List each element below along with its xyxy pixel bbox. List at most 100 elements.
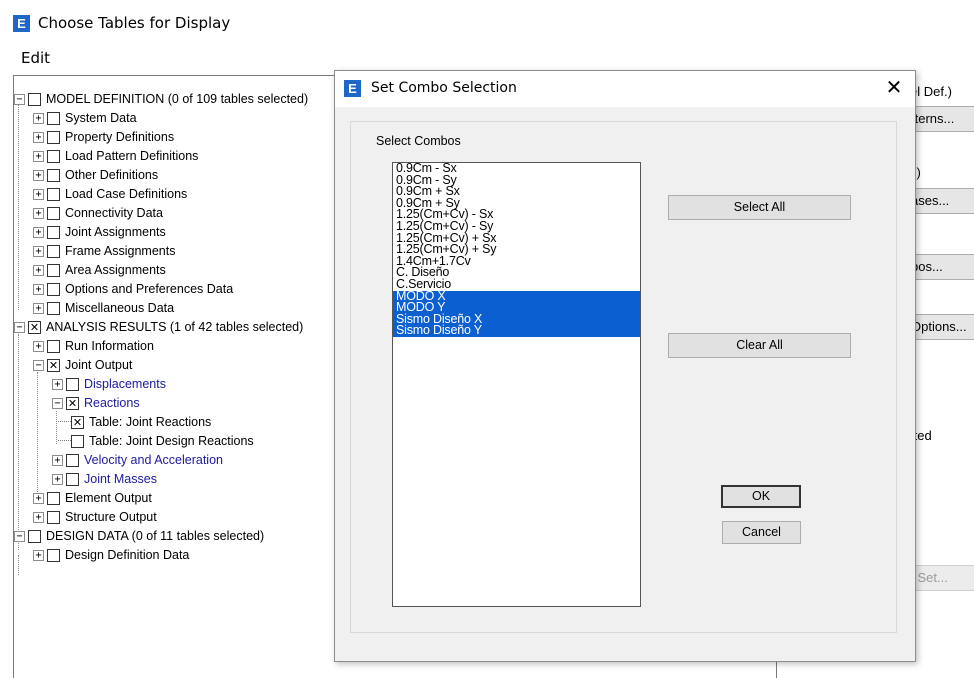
- checkbox[interactable]: [66, 453, 79, 467]
- checkbox[interactable]: [47, 168, 60, 182]
- load-combos-button[interactable]: bos...: [906, 254, 974, 280]
- collapse-icon[interactable]: −: [33, 359, 44, 371]
- checkbox[interactable]: [47, 282, 60, 296]
- ok-button[interactable]: OK: [721, 485, 801, 508]
- checkbox[interactable]: [47, 491, 60, 505]
- expand-icon[interactable]: +: [33, 549, 44, 561]
- expand-icon[interactable]: +: [33, 207, 44, 219]
- tree-item-run-information[interactable]: + Run Information: [33, 337, 154, 355]
- checkbox[interactable]: [47, 225, 60, 239]
- checkbox[interactable]: [47, 244, 60, 258]
- combo-list-item[interactable]: Sismo Diseño Y: [393, 324, 640, 337]
- checkbox-checked[interactable]: ✕: [71, 415, 84, 429]
- expand-icon[interactable]: +: [33, 150, 44, 162]
- expand-icon[interactable]: +: [52, 378, 63, 390]
- checkbox[interactable]: [47, 206, 60, 220]
- named-set-button[interactable]: l Set...: [906, 565, 974, 591]
- tree-item-joint-assignments[interactable]: + Joint Assignments: [33, 223, 166, 241]
- tree-item-connectivity-data[interactable]: + Connectivity Data: [33, 204, 163, 222]
- checkbox[interactable]: [47, 149, 60, 163]
- clear-all-button[interactable]: Clear All: [668, 333, 851, 358]
- tree-item-joint-output[interactable]: − ✕ Joint Output: [33, 356, 132, 374]
- tree-item-label: MODEL DEFINITION (0 of 109 tables select…: [46, 92, 309, 106]
- tree-item-design-definition-data[interactable]: + Design Definition Data: [33, 546, 189, 564]
- checkbox-checked[interactable]: ✕: [47, 358, 60, 372]
- tree-item-velocity-acceleration[interactable]: + Velocity and Acceleration: [52, 451, 223, 469]
- tree-item-label: Miscellaneous Data: [65, 301, 175, 315]
- expand-icon[interactable]: +: [33, 169, 44, 181]
- dialog-title-bar: E Set Combo Selection ✕: [335, 71, 915, 107]
- tree-item-structure-output[interactable]: + Structure Output: [33, 508, 157, 526]
- tree-item-load-pattern-definitions[interactable]: + Load Pattern Definitions: [33, 147, 198, 165]
- tree-item-frame-assignments[interactable]: + Frame Assignments: [33, 242, 175, 260]
- expand-icon[interactable]: +: [33, 492, 44, 504]
- tree-item-analysis-results[interactable]: − ✕ ANALYSIS RESULTS (1 of 42 tables selec…: [14, 318, 303, 336]
- expand-icon[interactable]: +: [52, 454, 63, 466]
- checkbox-checked[interactable]: ✕: [28, 320, 41, 334]
- cancel-button[interactable]: Cancel: [722, 521, 801, 544]
- expand-icon[interactable]: +: [33, 112, 44, 124]
- collapse-icon[interactable]: −: [14, 93, 25, 105]
- checkbox[interactable]: [47, 510, 60, 524]
- checkbox[interactable]: [47, 187, 60, 201]
- expand-icon[interactable]: +: [52, 473, 63, 485]
- expand-icon[interactable]: +: [33, 340, 44, 352]
- tree-item-label: Design Definition Data: [65, 548, 190, 562]
- tree-item-table-joint-reactions[interactable]: ✕ Table: Joint Reactions: [58, 413, 211, 431]
- tree-item-area-assignments[interactable]: + Area Assignments: [33, 261, 166, 279]
- collapse-icon[interactable]: −: [52, 397, 63, 409]
- tree-item-options-preferences[interactable]: + Options and Preferences Data: [33, 280, 233, 298]
- tree-item-design-data[interactable]: − DESIGN DATA (0 of 11 tables selected): [14, 527, 264, 545]
- options-button[interactable]: Options...: [906, 314, 974, 340]
- tree-connector: [58, 421, 71, 423]
- tree-item-element-output[interactable]: + Element Output: [33, 489, 152, 507]
- tree-item-other-definitions[interactable]: + Other Definitions: [33, 166, 158, 184]
- expand-icon[interactable]: +: [33, 264, 44, 276]
- checkbox[interactable]: [47, 548, 60, 562]
- tree-item-reactions[interactable]: − ✕ Reactions: [52, 394, 140, 412]
- expand-icon[interactable]: +: [33, 245, 44, 257]
- title-bar: E Choose Tables for Display: [0, 0, 974, 44]
- collapse-icon[interactable]: −: [14, 321, 25, 333]
- combo-listbox[interactable]: 0.9Cm - Sx 0.9Cm - Sy 0.9Cm + Sx 0.9Cm + Sy…: [392, 162, 641, 607]
- menu-edit[interactable]: Edit: [21, 49, 50, 67]
- checkbox[interactable]: [47, 263, 60, 277]
- checkbox[interactable]: [28, 92, 41, 106]
- checkbox[interactable]: [66, 472, 79, 486]
- tree-item-load-case-definitions[interactable]: + Load Case Definitions: [33, 185, 187, 203]
- checkbox[interactable]: [47, 111, 60, 125]
- load-cases-button[interactable]: ases...: [906, 188, 974, 214]
- tree-item-table-joint-design-reactions[interactable]: Table: Joint Design Reactions: [58, 432, 254, 450]
- close-icon[interactable]: ✕: [883, 77, 905, 99]
- tree-item-label: DESIGN DATA (0 of 11 tables selected): [46, 529, 265, 543]
- tree-item-system-data[interactable]: + System Data: [33, 109, 137, 127]
- expand-icon[interactable]: +: [33, 131, 44, 143]
- checkbox[interactable]: [47, 130, 60, 144]
- checkbox[interactable]: [47, 339, 60, 353]
- tree-item-joint-masses[interactable]: + Joint Masses: [52, 470, 157, 488]
- tree-connector: [18, 96, 19, 310]
- expand-icon[interactable]: +: [33, 302, 44, 314]
- tree-item-label: Area Assignments: [65, 263, 166, 277]
- tree-item-label: Joint Assignments: [65, 225, 166, 239]
- tree-item-label: ANALYSIS RESULTS (1 of 42 tables selecte…: [46, 320, 304, 334]
- checkbox[interactable]: [47, 301, 60, 315]
- tree-item-displacements[interactable]: + Displacements: [52, 375, 166, 393]
- collapse-icon[interactable]: −: [14, 530, 25, 542]
- checkbox[interactable]: [71, 434, 84, 448]
- select-all-button[interactable]: Select All: [668, 195, 851, 220]
- checkbox-checked[interactable]: ✕: [66, 396, 79, 410]
- expand-icon[interactable]: +: [33, 226, 44, 238]
- checkbox[interactable]: [28, 529, 41, 543]
- expand-icon[interactable]: +: [33, 511, 44, 523]
- tree-item-miscellaneous-data[interactable]: + Miscellaneous Data: [33, 299, 174, 317]
- tree-item-model-definition[interactable]: − MODEL DEFINITION (0 of 109 tables selec…: [14, 90, 308, 108]
- checkbox[interactable]: [66, 377, 79, 391]
- tree-item-label: Load Pattern Definitions: [65, 149, 199, 163]
- tree-item-property-definitions[interactable]: + Property Definitions: [33, 128, 174, 146]
- load-patterns-button[interactable]: tterns...: [906, 106, 974, 132]
- dialog-title: Set Combo Selection: [371, 80, 517, 96]
- etabs-app-icon: E: [344, 80, 361, 97]
- expand-icon[interactable]: +: [33, 188, 44, 200]
- expand-icon[interactable]: +: [33, 283, 44, 295]
